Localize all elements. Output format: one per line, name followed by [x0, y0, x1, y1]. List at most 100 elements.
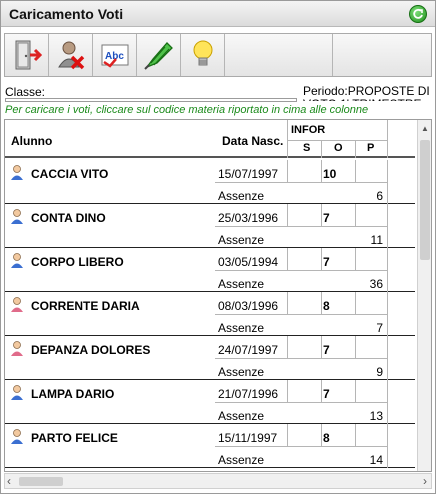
- classe-field[interactable]: [5, 98, 297, 102]
- female-student-icon: [11, 297, 23, 312]
- row-divider: [355, 204, 356, 226]
- row-divider: [287, 248, 288, 270]
- row-divider: [387, 248, 388, 292]
- scroll-left-icon[interactable]: ‹: [7, 474, 11, 488]
- row-divider: [355, 380, 356, 402]
- edit-button[interactable]: [137, 34, 181, 76]
- birth-date: 03/05/1994: [218, 255, 279, 269]
- row-divider: [355, 292, 356, 314]
- row-divider: [287, 292, 288, 314]
- grade-oral[interactable]: 10: [323, 167, 336, 181]
- grades-grid: Alunno Data Nasc. INFOR S O P CACCIA VIT…: [4, 119, 432, 472]
- exit-button[interactable]: [5, 34, 49, 76]
- header-divider: [321, 140, 322, 158]
- table-row[interactable]: CORRENTE DARIA 08/03/1996 8 Assenze 7: [5, 292, 415, 336]
- grade-oral[interactable]: 7: [323, 211, 330, 225]
- student-name[interactable]: PARTO FELICE: [31, 431, 118, 445]
- assenze-value: 7: [376, 321, 383, 335]
- header-subject-infor[interactable]: INFOR: [291, 124, 325, 136]
- table-row[interactable]: CONTA DINO 25/03/1996 7 Assenze 11: [5, 204, 415, 248]
- student-name[interactable]: CACCIA VITO: [31, 167, 108, 181]
- horizontal-scrollbar[interactable]: ‹ ›: [4, 473, 432, 489]
- female-student-icon: [11, 341, 23, 356]
- vertical-scrollbar[interactable]: ▲: [417, 120, 431, 471]
- grid-header: Alunno Data Nasc. INFOR S O P: [5, 120, 415, 158]
- row-divider: [287, 424, 288, 446]
- birth-date: 08/03/1996: [218, 299, 279, 313]
- assenze-label: Assenze: [218, 409, 265, 423]
- student-name[interactable]: CONTA DINO: [31, 211, 106, 225]
- male-student-icon: [11, 253, 23, 268]
- row-divider: [387, 424, 388, 468]
- row-divider: [287, 160, 288, 182]
- grade-oral[interactable]: 7: [323, 343, 330, 357]
- student-name[interactable]: CORPO LIBERO: [31, 255, 124, 269]
- male-student-icon: [11, 429, 23, 444]
- horizontal-scroll-thumb[interactable]: [19, 477, 63, 486]
- assenze-label: Assenze: [218, 453, 265, 467]
- delete-user-button[interactable]: [49, 34, 93, 76]
- row-divider: [387, 204, 388, 248]
- row-divider: [387, 336, 388, 380]
- hint-button[interactable]: [181, 34, 225, 76]
- row-divider: [215, 402, 387, 403]
- lightbulb-icon: [193, 40, 212, 66]
- voti-window: Caricamento Voti Abc Classe: Periodo:PRO…: [0, 0, 436, 494]
- row-divider: [355, 160, 356, 182]
- grade-oral[interactable]: 8: [323, 431, 330, 445]
- spellcheck-button[interactable]: Abc: [93, 34, 137, 76]
- row-divider: [321, 248, 322, 270]
- birth-date: 15/07/1997: [218, 167, 279, 181]
- row-divider: [387, 160, 388, 204]
- scroll-right-icon[interactable]: ›: [423, 474, 427, 488]
- pen-edit-icon: [143, 42, 173, 70]
- assenze-value: 13: [369, 409, 383, 423]
- male-student-icon: [11, 209, 23, 224]
- toolbar-empty-slot-2: [333, 34, 431, 76]
- grade-oral[interactable]: 8: [323, 299, 330, 313]
- student-name[interactable]: CORRENTE DARIA: [31, 299, 140, 313]
- spellcheck-abc-icon: Abc: [101, 44, 128, 68]
- vertical-scroll-thumb[interactable]: [420, 140, 430, 260]
- header-sub-p: P: [367, 142, 375, 154]
- assenze-value: 11: [370, 233, 383, 247]
- header-divider: [287, 140, 387, 141]
- header-sub-o: O: [334, 142, 343, 154]
- table-row[interactable]: CORPO LIBERO 03/05/1994 7 Assenze 36: [5, 248, 415, 292]
- grade-oral[interactable]: 7: [323, 387, 330, 401]
- student-name[interactable]: DEPANZA DOLORES: [31, 343, 150, 357]
- row-divider: [321, 336, 322, 358]
- toolbar: Abc: [4, 33, 432, 77]
- grade-oral[interactable]: 7: [323, 255, 330, 269]
- row-divider: [215, 358, 387, 359]
- header-alunno[interactable]: Alunno: [11, 134, 52, 148]
- row-divider: [287, 336, 288, 358]
- row-divider: [321, 204, 322, 226]
- instruction-hint: Per caricare i voti, cliccare sul codice…: [5, 104, 369, 116]
- header-divider: [387, 120, 388, 158]
- periodo-text: Periodo:PROPOSTE DI VOTO 1' TRIMESTRE: [303, 85, 430, 101]
- refresh-icon[interactable]: [409, 5, 427, 23]
- assenze-label: Assenze: [218, 321, 265, 335]
- table-row[interactable]: CACCIA VITO 15/07/1997 10 Assenze 6: [5, 160, 415, 204]
- table-row[interactable]: LAMPA DARIO 21/07/1996 7 Assenze 13: [5, 380, 415, 424]
- table-row[interactable]: DEPANZA DOLORES 24/07/1997 7 Assenze 9: [5, 336, 415, 380]
- row-divider: [215, 182, 387, 183]
- row-divider: [355, 248, 356, 270]
- row-divider: [287, 380, 288, 402]
- birth-date: 21/07/1996: [218, 387, 279, 401]
- window-title: Caricamento Voti: [9, 6, 124, 22]
- classe-label: Classe:: [5, 85, 46, 99]
- row-divider: [215, 314, 387, 315]
- table-row[interactable]: PARTO FELICE 15/11/1997 8 Assenze 14: [5, 424, 415, 468]
- student-name[interactable]: LAMPA DARIO: [31, 387, 114, 401]
- header-divider: [287, 120, 288, 158]
- assenze-label: Assenze: [218, 233, 265, 247]
- scroll-up-icon[interactable]: ▲: [421, 124, 429, 133]
- toolbar-empty-slot: [225, 34, 333, 76]
- assenze-value: 36: [369, 277, 383, 291]
- title-bar: Caricamento Voti: [1, 1, 435, 27]
- header-data-nascita[interactable]: Data Nasc.: [222, 134, 283, 148]
- assenze-label: Assenze: [218, 365, 265, 379]
- row-divider: [321, 380, 322, 402]
